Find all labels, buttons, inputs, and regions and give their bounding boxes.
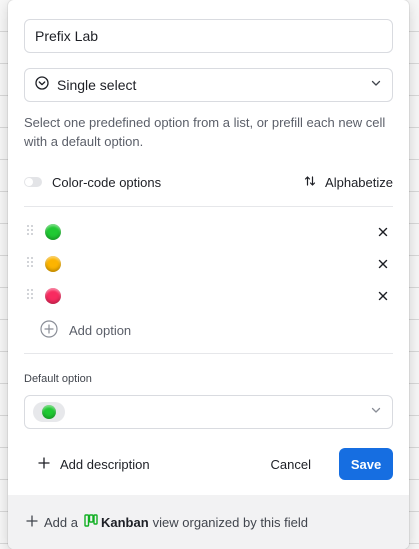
chevron-down-icon bbox=[370, 76, 382, 94]
alphabetize-button[interactable]: Alphabetize bbox=[304, 175, 393, 190]
option-row bbox=[24, 284, 393, 308]
plus-icon bbox=[26, 514, 38, 530]
plus-icon bbox=[38, 456, 50, 472]
color-code-label: Color-code options bbox=[52, 174, 162, 190]
drag-handle-icon[interactable] bbox=[26, 223, 36, 241]
default-option-color-dot bbox=[42, 405, 56, 419]
default-option-select[interactable] bbox=[24, 395, 393, 429]
background-grid bbox=[409, 0, 419, 549]
single-select-icon bbox=[35, 75, 49, 95]
kanban-icon bbox=[84, 514, 98, 530]
option-row bbox=[24, 252, 393, 276]
cancel-button[interactable]: Cancel bbox=[265, 456, 317, 473]
option-color-dot[interactable] bbox=[45, 224, 61, 240]
add-description-button[interactable]: Add description bbox=[24, 457, 150, 472]
options-header: Color-code options Alphabetize bbox=[24, 172, 393, 192]
remove-option-button[interactable] bbox=[373, 259, 393, 269]
field-type-select[interactable]: Single select bbox=[24, 68, 393, 102]
drag-handle-icon[interactable] bbox=[26, 287, 36, 305]
default-option-label: Default option bbox=[24, 373, 92, 385]
drag-handle-icon[interactable] bbox=[26, 255, 36, 273]
field-config-dialog: Single select Select one predefined opti… bbox=[8, 0, 409, 549]
add-option-label: Add option bbox=[69, 323, 132, 338]
option-color-dot[interactable] bbox=[45, 256, 61, 272]
option-row bbox=[24, 220, 393, 244]
plus-circle-icon bbox=[40, 320, 58, 341]
default-option-pill bbox=[33, 402, 65, 422]
add-description-label: Add description bbox=[60, 456, 150, 472]
close-icon bbox=[378, 227, 388, 237]
close-icon bbox=[378, 291, 388, 301]
sort-arrows-icon bbox=[304, 175, 316, 190]
alphabetize-label: Alphabetize bbox=[325, 174, 393, 190]
dialog-footer: Add description Cancel Save bbox=[24, 448, 393, 480]
color-code-toggle[interactable] bbox=[24, 177, 42, 187]
field-type-label: Single select bbox=[57, 77, 137, 93]
kanban-view-suggestion[interactable]: Add a Kanban view organized by this fiel… bbox=[8, 495, 409, 549]
remove-option-button[interactable] bbox=[373, 227, 393, 237]
chevron-down-icon bbox=[370, 403, 382, 421]
field-type-description: Select one predefined option from a list… bbox=[24, 115, 386, 149]
remove-option-button[interactable] bbox=[373, 291, 393, 301]
option-color-dot[interactable] bbox=[45, 288, 61, 304]
kanban-hint-suffix: view organized by this field bbox=[152, 514, 309, 530]
add-option-button[interactable]: Add option bbox=[40, 320, 131, 341]
kanban-hint-prefix: Add a bbox=[44, 514, 78, 530]
field-name-input[interactable] bbox=[24, 19, 393, 53]
divider bbox=[24, 353, 393, 354]
save-button[interactable]: Save bbox=[339, 448, 393, 480]
close-icon bbox=[378, 259, 388, 269]
kanban-view-name: Kanban bbox=[100, 514, 149, 530]
divider bbox=[24, 206, 393, 207]
